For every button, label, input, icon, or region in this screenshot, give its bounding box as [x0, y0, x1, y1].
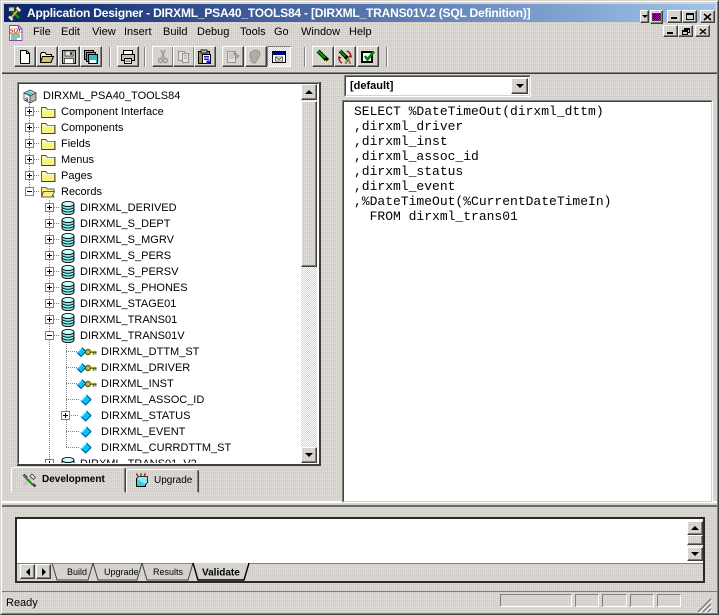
svg-text:Build: Build — [67, 567, 87, 577]
svg-text:A: A — [345, 56, 351, 65]
svg-text:Validate: Validate — [202, 568, 240, 579]
svg-text:Results: Results — [153, 567, 184, 577]
svg-text:Upgrade: Upgrade — [104, 567, 139, 577]
